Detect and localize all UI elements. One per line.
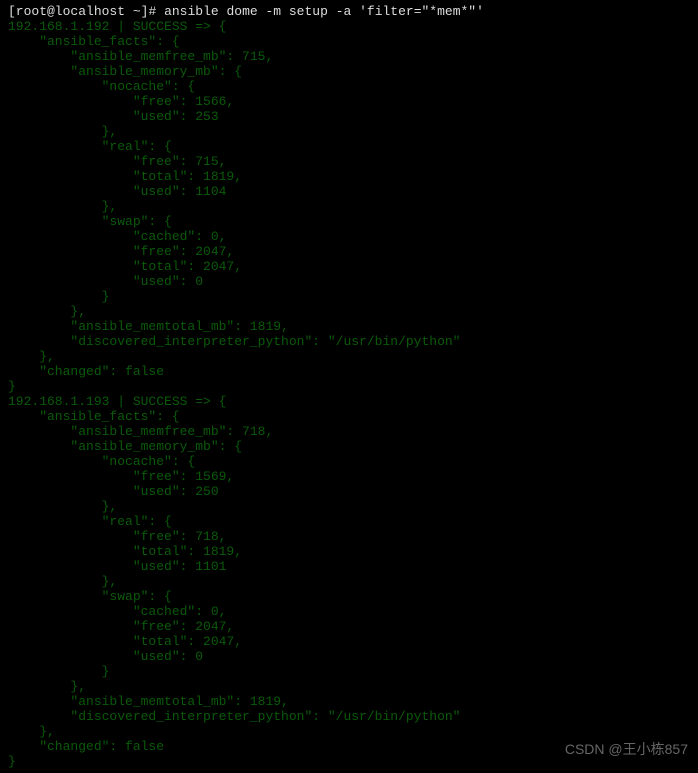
shell-prompt: [root@localhost ~] — [8, 4, 148, 19]
watermark: CSDN @王小栋857 — [565, 742, 688, 757]
terminal-output: [root@localhost ~]# ansible dome -m setu… — [8, 4, 690, 769]
command-line: ansible dome -m setup -a 'filter="*mem*"… — [164, 4, 484, 19]
